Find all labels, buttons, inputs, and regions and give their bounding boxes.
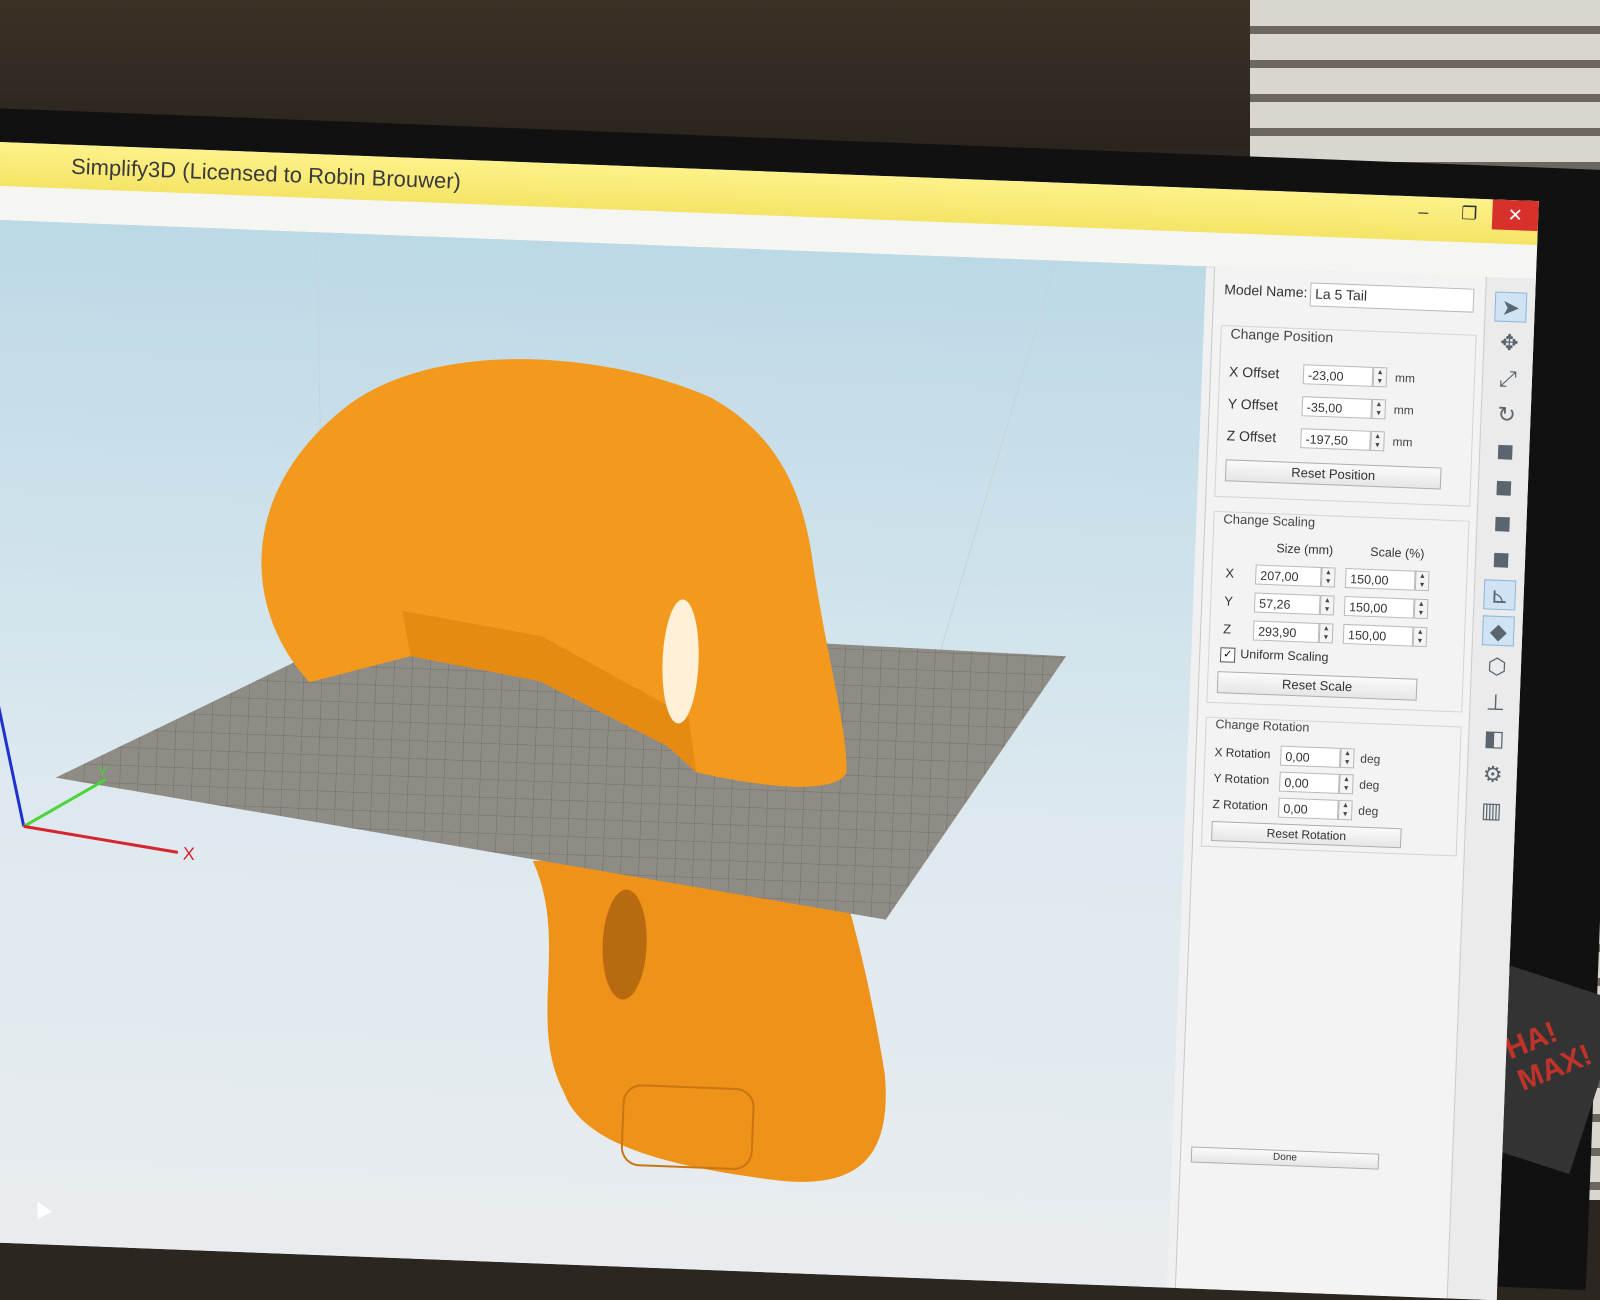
spin-up-icon: ▲ <box>1323 597 1331 605</box>
spin-down-icon: ▼ <box>1416 637 1424 646</box>
spin-up-icon: ▲ <box>1342 776 1351 784</box>
spin-down-icon: ▼ <box>1373 441 1381 450</box>
scale-axis-label: X <box>1225 565 1235 581</box>
z-rotation-input[interactable]: 0,00 <box>1278 797 1339 820</box>
y-rotation-stepper[interactable]: ▲ ▼ <box>1338 773 1354 795</box>
spin-down-icon: ▼ <box>1322 634 1330 642</box>
spin-down-icon: ▼ <box>1324 578 1332 586</box>
spin-up-icon: ▲ <box>1417 600 1425 609</box>
size-z-stepper[interactable]: ▲ ▼ <box>1318 623 1334 644</box>
done-button[interactable]: Done <box>1190 1146 1380 1170</box>
spin-up-icon: ▲ <box>1418 572 1426 581</box>
wireframe-view-icon[interactable]: ⬡ <box>1480 651 1513 682</box>
sticker-text: HA! MAX! <box>1500 1015 1597 1098</box>
view-side-icon[interactable]: ◼ <box>1486 507 1519 538</box>
spin-up-icon: ▲ <box>1341 802 1350 810</box>
z-rotation-stepper[interactable]: ▲ ▼ <box>1337 799 1353 821</box>
size-y-stepper[interactable]: ▲ ▼ <box>1319 595 1335 616</box>
scale-z-stepper[interactable]: ▲ ▼ <box>1412 626 1428 648</box>
scale-axis-label: Z <box>1222 621 1232 637</box>
x-rotation-label: X Rotation <box>1214 745 1271 762</box>
scale-x-input[interactable]: 150,00 <box>1344 567 1416 591</box>
view-iso-icon[interactable]: ◼ <box>1485 543 1518 574</box>
x-axis-label: X <box>182 844 195 864</box>
spin-up-icon: ▲ <box>1343 750 1352 758</box>
scale-z-input[interactable]: 150,00 <box>1342 623 1414 647</box>
scale-y-input[interactable]: 150,00 <box>1343 595 1415 619</box>
x-rotation-input[interactable]: 0,00 <box>1280 745 1341 768</box>
spin-up-icon: ▲ <box>1324 569 1333 577</box>
z-offset-unit: mm <box>1392 434 1413 450</box>
spin-up-icon: ▲ <box>1416 628 1424 637</box>
scale-column-header: Scale (%) <box>1370 544 1425 561</box>
x-offset-stepper[interactable]: ▲ ▼ <box>1372 366 1388 388</box>
view-front-icon[interactable]: ◼ <box>1489 435 1522 466</box>
spin-down-icon: ▼ <box>1343 759 1351 767</box>
model-name-input[interactable]: La 5 Tail <box>1309 282 1475 313</box>
z-offset-label: Z Offset <box>1226 427 1277 446</box>
rotate-tool-icon[interactable]: ↻ <box>1490 399 1523 430</box>
settings-gear-icon[interactable]: ⚙ <box>1476 759 1509 790</box>
spin-down-icon: ▼ <box>1374 409 1383 418</box>
y-offset-unit: mm <box>1393 402 1415 418</box>
origin-icon[interactable]: ⊥ <box>1479 687 1512 718</box>
supports-icon[interactable]: ▥ <box>1475 795 1508 826</box>
size-x-stepper[interactable]: ▲ ▼ <box>1320 567 1336 588</box>
y-offset-label: Y Offset <box>1227 395 1279 414</box>
spin-up-icon: ▲ <box>1322 625 1330 633</box>
y-axis-label: Y <box>98 763 109 779</box>
size-y-input[interactable]: 57,26 <box>1253 592 1321 616</box>
spin-down-icon: ▼ <box>1323 606 1331 614</box>
window-title: Simplify3D (Licensed to Robin Brouwer) <box>70 153 462 194</box>
size-column-header: Size (mm) <box>1276 541 1334 558</box>
spin-down-icon: ▼ <box>1342 785 1350 793</box>
3d-viewport[interactable]: Z Y X <box>0 219 1207 1288</box>
select-tool-icon[interactable]: ➤ <box>1494 291 1528 323</box>
x-offset-input[interactable]: -23,00 <box>1302 364 1374 387</box>
monitor-screen: Simplify3D (Licensed to Robin Brouwer) –… <box>0 142 1539 1300</box>
scale-tool-icon[interactable]: ⤢ <box>1491 363 1524 394</box>
spin-down-icon: ▼ <box>1418 581 1426 590</box>
y-rotation-label: Y Rotation <box>1213 771 1270 788</box>
spin-up-icon: ▲ <box>1376 369 1384 377</box>
move-tool-icon[interactable]: ✥ <box>1493 327 1526 358</box>
model-settings-panel: Model Name: La 5 Tail Change Position X … <box>1174 266 1485 1299</box>
x-rotation-unit: deg <box>1360 751 1381 767</box>
spin-up-icon: ▲ <box>1375 400 1383 409</box>
scale-y-stepper[interactable]: ▲ ▼ <box>1413 598 1429 620</box>
y-offset-stepper[interactable]: ▲ ▼ <box>1371 398 1387 420</box>
x-offset-label: X Offset <box>1228 363 1280 382</box>
scene-canvas: Z Y X <box>0 232 1067 1182</box>
axes-toggle-icon[interactable]: ⊾ <box>1483 579 1517 611</box>
z-rotation-label: Z Rotation <box>1212 797 1269 814</box>
solid-view-icon[interactable]: ◆ <box>1481 615 1515 647</box>
spin-down-icon: ▼ <box>1341 811 1349 819</box>
y-rotation-unit: deg <box>1359 777 1380 793</box>
z-rotation-unit: deg <box>1358 803 1379 819</box>
y-axis-line <box>22 778 107 828</box>
spin-up-icon: ▲ <box>1374 432 1382 441</box>
x-axis-line <box>23 824 179 854</box>
z-axis-line <box>0 684 26 827</box>
view-top-icon[interactable]: ◼ <box>1487 471 1520 502</box>
z-offset-stepper[interactable]: ▲ ▼ <box>1370 430 1385 452</box>
close-button[interactable]: ✕ <box>1491 199 1539 232</box>
scale-x-stepper[interactable]: ▲ ▼ <box>1414 570 1430 592</box>
y-offset-input[interactable]: -35,00 <box>1301 396 1373 419</box>
model-name-label: Model Name: <box>1223 281 1308 301</box>
minimize-button[interactable]: – <box>1400 196 1447 228</box>
spin-down-icon: ▼ <box>1417 609 1425 618</box>
size-x-input[interactable]: 207,00 <box>1254 564 1322 588</box>
z-offset-input[interactable]: -197,50 <box>1300 428 1371 451</box>
x-offset-unit: mm <box>1394 370 1416 386</box>
cross-section-icon[interactable]: ◧ <box>1478 723 1511 754</box>
scale-axis-label: Y <box>1224 593 1234 609</box>
uniform-scaling-checkbox[interactable]: ✓ <box>1219 647 1236 663</box>
maximize-button[interactable]: ❐ <box>1446 198 1493 230</box>
x-rotation-stepper[interactable]: ▲ ▼ <box>1339 747 1355 769</box>
size-z-input[interactable]: 293,90 <box>1252 620 1320 643</box>
y-rotation-input[interactable]: 0,00 <box>1279 771 1340 794</box>
spin-down-icon: ▼ <box>1376 378 1384 386</box>
